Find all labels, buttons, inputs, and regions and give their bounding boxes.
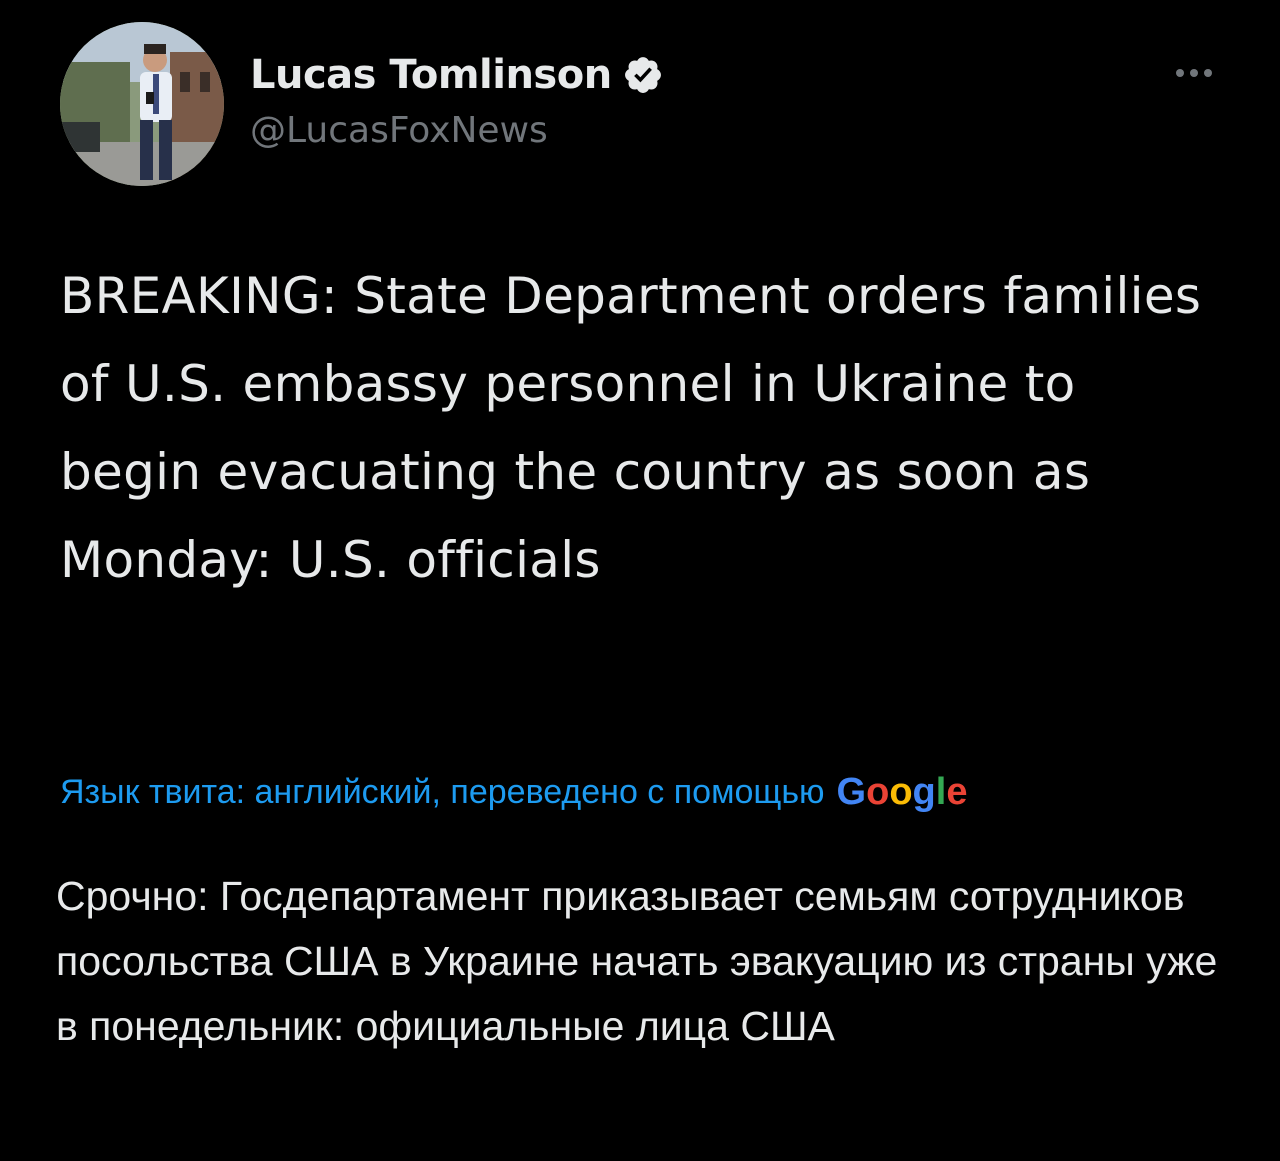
translation-attribution[interactable]: Язык твита: английский, переведено с пом…	[60, 762, 967, 822]
google-logo: Google	[837, 771, 968, 814]
more-options-icon	[1176, 69, 1212, 77]
avatar[interactable]	[60, 22, 224, 186]
tweet-text: BREAKING: State Department orders famili…	[60, 267, 1202, 589]
google-logo-letter: g	[912, 770, 936, 813]
google-logo-letter: o	[866, 770, 890, 813]
display-name[interactable]: Lucas Tomlinson	[250, 52, 612, 98]
google-logo-letter: l	[935, 770, 947, 813]
author-name-row: Lucas Tomlinson	[250, 50, 664, 100]
verified-badge-icon	[622, 54, 664, 96]
more-options-button[interactable]	[1166, 58, 1222, 88]
translation-label[interactable]: Язык твита: английский, переведено с пом…	[60, 773, 825, 812]
avatar-photo	[60, 22, 224, 186]
tweet: Lucas Tomlinson @LucasFoxNews BREAKING: …	[0, 0, 1280, 1161]
author-handle[interactable]: @LucasFoxNews	[250, 110, 548, 151]
google-logo-letter: o	[889, 770, 913, 813]
translated-text: Срочно: Госдепартамент приказывает семья…	[56, 873, 1218, 1049]
google-logo-letter: G	[836, 770, 867, 813]
google-logo-letter: e	[946, 770, 968, 813]
